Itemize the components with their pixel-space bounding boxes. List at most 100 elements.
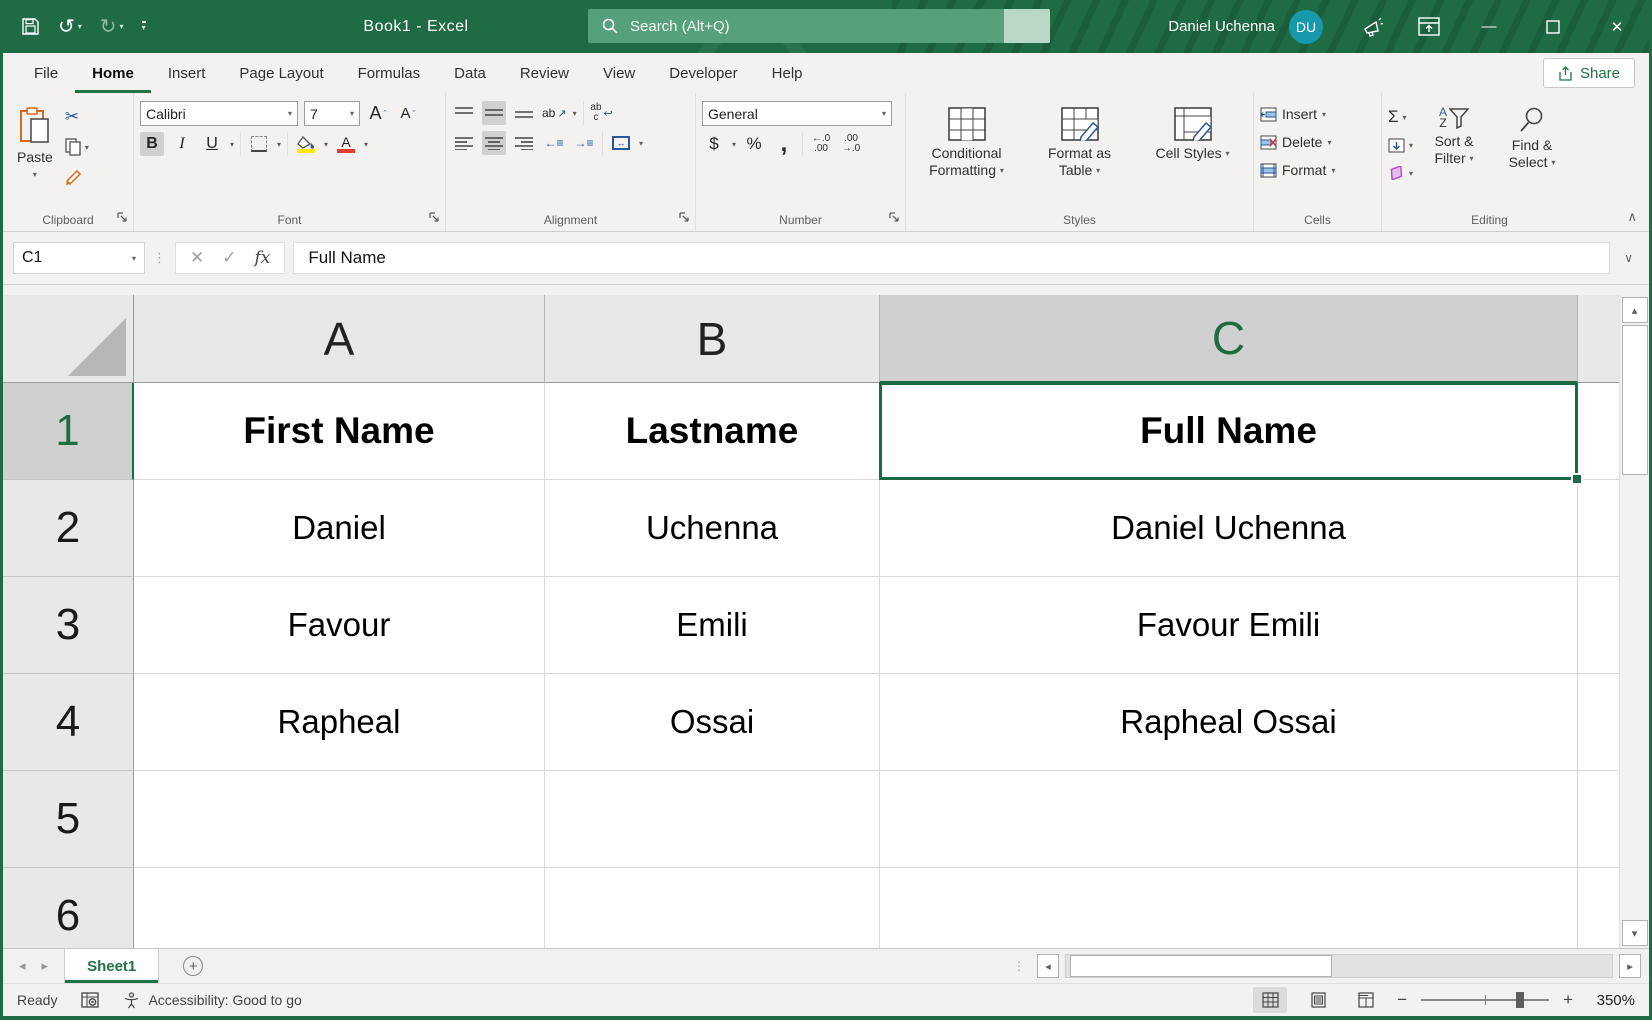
insert-function-button[interactable]: fx <box>255 248 271 268</box>
paste-button[interactable]: Paste ▾ <box>9 101 61 207</box>
number-format-combo[interactable]: General▾ <box>702 101 892 126</box>
scroll-up-icon[interactable]: ▴ <box>1622 297 1648 323</box>
cell-b5[interactable] <box>545 771 880 868</box>
borders-chevron-icon[interactable]: ▾ <box>277 140 281 149</box>
format-painter-button[interactable] <box>65 165 89 189</box>
cell-b6[interactable] <box>545 868 880 948</box>
name-box[interactable]: C1 ▾ <box>13 242 145 274</box>
tab-home[interactable]: Home <box>75 53 151 93</box>
orientation-button[interactable]: ab↗ <box>542 101 567 125</box>
font-color-button[interactable]: A <box>334 132 358 156</box>
italic-button[interactable]: I <box>170 132 194 156</box>
accessibility-status[interactable]: Accessibility: Good to go <box>123 992 301 1009</box>
zoom-in-button[interactable]: + <box>1563 990 1573 1010</box>
ribbon-display-options-button[interactable] <box>1401 0 1457 53</box>
horizontal-scroll-thumb[interactable] <box>1070 955 1332 977</box>
cell-c6[interactable] <box>880 868 1578 948</box>
increase-decimal-button[interactable]: ←.0 .00 <box>809 132 833 156</box>
fill-color-chevron-icon[interactable]: ▾ <box>324 140 328 149</box>
horizontal-scrollbar[interactable]: ⋮ ◂ ▸ <box>1013 949 1649 983</box>
clipboard-dialog-launcher[interactable] <box>117 209 127 227</box>
format-cells-button[interactable]: Format▾ <box>1260 157 1375 183</box>
scroll-left-icon[interactable]: ◂ <box>1037 954 1059 978</box>
clear-button[interactable]: ▾ <box>1388 161 1413 185</box>
fill-color-button[interactable] <box>294 132 318 156</box>
row-header-2[interactable]: 2 <box>3 480 134 577</box>
share-button[interactable]: Share <box>1543 58 1635 88</box>
cell-c4[interactable]: Rapheal Ossai <box>880 674 1578 771</box>
column-header-a[interactable]: A <box>134 295 545 383</box>
expand-formula-bar-icon[interactable]: ∨ <box>1618 251 1639 265</box>
cell-b2[interactable]: Uchenna <box>545 480 880 577</box>
tab-page-layout[interactable]: Page Layout <box>222 53 340 93</box>
vertical-scroll-thumb[interactable] <box>1622 325 1648 475</box>
cell-a6[interactable] <box>134 868 545 948</box>
sort-filter-button[interactable]: AZ Sort & Filter ▾ <box>1417 101 1491 207</box>
tab-data[interactable]: Data <box>437 53 503 93</box>
formula-bar-splitter[interactable]: ⋮ <box>153 250 167 266</box>
cell-a2[interactable]: Daniel <box>134 480 545 577</box>
tab-view[interactable]: View <box>586 53 652 93</box>
cell-partial[interactable] <box>1578 480 1619 577</box>
bold-button[interactable]: B <box>140 132 164 156</box>
insert-cells-button[interactable]: Insert▾ <box>1260 101 1375 127</box>
macro-record-button[interactable] <box>81 992 99 1008</box>
select-all-corner[interactable] <box>3 295 134 383</box>
undo-chevron-icon[interactable]: ▾ <box>78 22 82 31</box>
font-color-chevron-icon[interactable]: ▾ <box>364 140 368 149</box>
fill-button[interactable]: ▾ <box>1388 133 1413 157</box>
merge-center-chevron-icon[interactable]: ▾ <box>639 139 643 148</box>
account-info[interactable]: Daniel Uchenna DU <box>1168 10 1323 44</box>
decrease-decimal-button[interactable]: .00 →.0 <box>839 132 863 156</box>
tab-insert[interactable]: Insert <box>151 53 223 93</box>
decrease-indent-button[interactable]: ←≡ <box>542 131 566 155</box>
merge-center-button[interactable]: ↔ <box>609 131 633 155</box>
collapse-ribbon-button[interactable]: ∧ <box>1627 209 1637 225</box>
wrap-text-button[interactable]: ab c↩ <box>590 101 614 125</box>
cell-c2[interactable]: Daniel Uchenna <box>880 480 1578 577</box>
cell-c5[interactable] <box>880 771 1578 868</box>
name-box-chevron-icon[interactable]: ▾ <box>132 254 136 263</box>
zoom-level[interactable]: 350% <box>1587 992 1635 1009</box>
save-button[interactable] <box>21 17 40 36</box>
underline-chevron-icon[interactable]: ▾ <box>230 140 234 149</box>
zoom-out-button[interactable]: − <box>1397 990 1407 1010</box>
scroll-right-icon[interactable]: ▸ <box>1619 954 1641 978</box>
cell-a4[interactable]: Rapheal <box>134 674 545 771</box>
cell-styles-button[interactable]: Cell Styles ▾ <box>1138 101 1247 207</box>
currency-chevron-icon[interactable]: ▾ <box>732 140 736 149</box>
page-layout-view-button[interactable] <box>1301 987 1335 1013</box>
align-right-button[interactable] <box>512 131 536 155</box>
align-left-button[interactable] <box>452 131 476 155</box>
align-bottom-button[interactable] <box>512 101 536 125</box>
horizontal-scroll-track[interactable] <box>1065 954 1613 978</box>
cell-b1[interactable]: Lastname <box>545 383 880 480</box>
currency-button[interactable]: $ <box>702 132 726 156</box>
delete-cells-button[interactable]: Delete▾ <box>1260 129 1375 155</box>
cell-b4[interactable]: Ossai <box>545 674 880 771</box>
font-name-combo[interactable]: Calibri▾ <box>140 101 298 126</box>
number-dialog-launcher[interactable] <box>889 209 899 227</box>
format-as-table-button[interactable]: Format as Table ▾ <box>1025 101 1134 207</box>
sheet-tab-sheet1[interactable]: Sheet1 <box>64 949 159 983</box>
formula-input[interactable]: Full Name <box>293 242 1610 274</box>
row-header-3[interactable]: 3 <box>3 577 134 674</box>
align-top-button[interactable] <box>452 101 476 125</box>
row-header-1[interactable]: 1 <box>3 383 134 480</box>
copy-chevron-icon[interactable]: ▾ <box>85 143 89 152</box>
cell-partial[interactable] <box>1578 674 1619 771</box>
tab-file[interactable]: File <box>17 53 75 93</box>
cut-button[interactable]: ✂ <box>65 105 89 129</box>
cell-partial[interactable] <box>1578 868 1619 948</box>
paste-chevron-icon[interactable]: ▾ <box>33 170 37 179</box>
close-button[interactable]: ✕ <box>1585 0 1649 53</box>
zoom-slider[interactable] <box>1421 999 1549 1001</box>
comma-button[interactable]: , <box>772 132 796 156</box>
minimize-button[interactable]: — <box>1457 0 1521 53</box>
maximize-button[interactable] <box>1521 0 1585 53</box>
new-sheet-button[interactable]: + <box>159 949 227 983</box>
font-size-combo[interactable]: 7▾ <box>304 101 360 126</box>
underline-button[interactable]: U <box>200 132 224 156</box>
row-header-5[interactable]: 5 <box>3 771 134 868</box>
tab-help[interactable]: Help <box>755 53 820 93</box>
